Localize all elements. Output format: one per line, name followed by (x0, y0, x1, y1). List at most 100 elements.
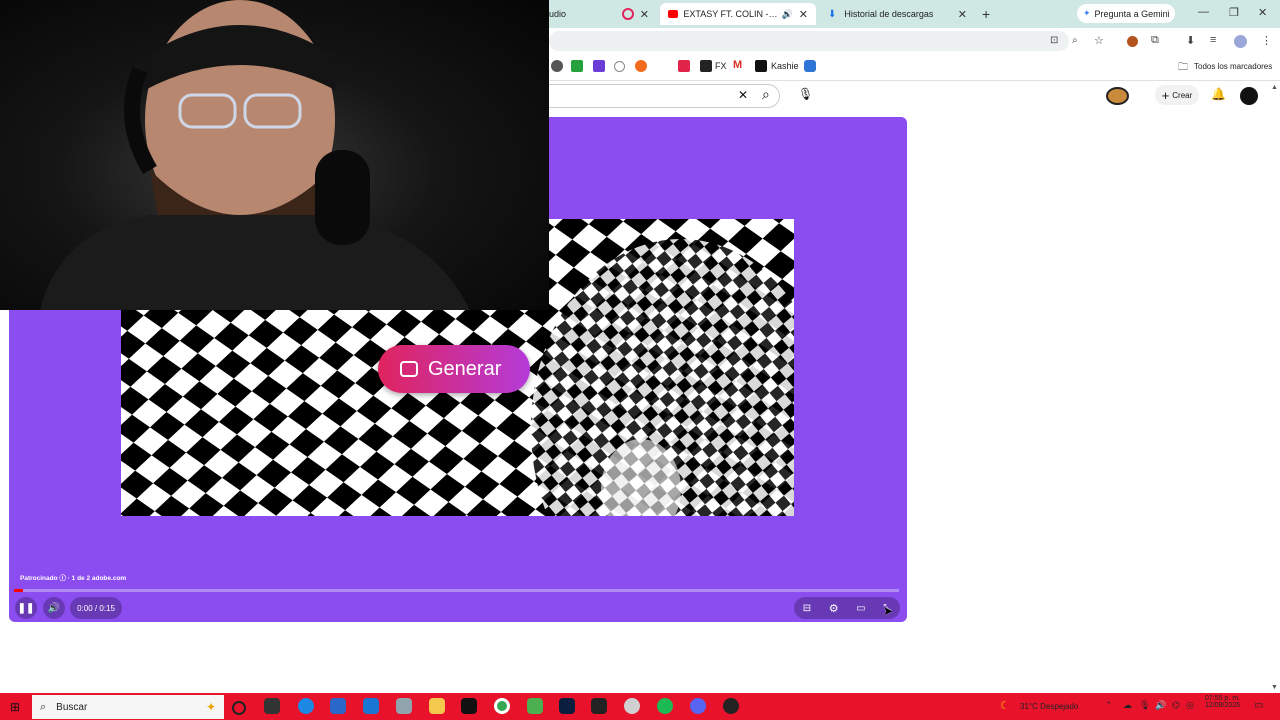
bookmark-u-icon[interactable] (593, 60, 605, 72)
create-button[interactable]: + Crear (1155, 85, 1199, 105)
time-display: 0:00 / 0:15 (70, 597, 122, 619)
plus-icon: + (1161, 87, 1170, 103)
gemini-icon: ✦ (1083, 8, 1091, 18)
extension-icon[interactable] (1127, 36, 1138, 47)
restore-button[interactable]: ❐ (1229, 6, 1239, 19)
install-app-icon[interactable]: ⊡ (1050, 35, 1058, 46)
app-icon[interactable] (396, 698, 412, 714)
microphone-tray-icon[interactable]: 🎙 (1139, 700, 1150, 711)
weather-moon-icon: ☾ (1000, 700, 1010, 712)
bookmark-star-icon[interactable]: ☆ (1094, 34, 1104, 47)
edge-icon[interactable] (298, 698, 314, 714)
settings-gear-icon[interactable]: ⚙ (829, 602, 839, 615)
notification-center-icon[interactable]: ▭ (1254, 700, 1263, 711)
close-window-button[interactable]: ✕ (1258, 6, 1267, 19)
spotify-icon[interactable] (657, 698, 673, 714)
generate-ad-button[interactable]: Generar (378, 345, 530, 393)
focus-icon[interactable]: ◎ (1186, 700, 1194, 711)
generate-label: Generar (428, 357, 502, 380)
bookmark-kashie-label[interactable]: Kashie (771, 61, 799, 71)
close-icon[interactable]: ✕ (958, 8, 967, 21)
bookmark-outlook-icon[interactable] (804, 60, 816, 72)
search-icon: ⌕ (40, 700, 47, 713)
bookmark-orange-icon[interactable] (635, 60, 647, 72)
new-tab-button[interactable]: + (982, 6, 990, 22)
minimize-button[interactable]: — (1198, 6, 1209, 18)
channel-mascot-icon (1106, 87, 1129, 105)
media-control-icon[interactable]: ≡ (1210, 34, 1216, 46)
close-icon[interactable]: ✕ (799, 8, 808, 21)
progress-fill (14, 589, 23, 592)
pause-icon: ❚❚ (17, 602, 35, 614)
sponsored-info[interactable]: Patrocinado ⓘ · 1 de 2 adobe.com (20, 572, 126, 582)
zoom-icon[interactable]: ⌕ (1072, 35, 1078, 46)
volume-button[interactable]: 🔊 (43, 597, 65, 619)
menu-kebab-icon[interactable]: ⋮ (1261, 34, 1272, 47)
search-icon[interactable]: ⌕ (762, 86, 770, 103)
progress-track[interactable] (14, 589, 899, 592)
bookmark-red-icon[interactable] (678, 60, 690, 72)
network-icon[interactable]: ⌬ (1172, 700, 1180, 711)
volume-tray-icon[interactable]: 🔊 (1155, 700, 1166, 711)
chrome-icon[interactable] (494, 698, 510, 714)
create-label: Crear (1172, 90, 1193, 100)
youtube-icon (668, 10, 679, 18)
discord-icon[interactable] (690, 698, 706, 714)
live-app-icon[interactable] (461, 698, 477, 714)
clock-date: 12/08/2026 (1204, 702, 1240, 709)
tab-label: Historial de descargas (844, 9, 934, 19)
all-bookmarks-label[interactable]: Todos los marcadores (1194, 62, 1272, 71)
app-bird-icon[interactable] (624, 698, 640, 714)
notifications-bell-icon[interactable]: 🔔 (1211, 87, 1226, 101)
volume-icon: 🔊 (47, 602, 61, 614)
bookmark-kashie-icon[interactable] (755, 60, 767, 72)
address-bar[interactable] (549, 31, 1069, 51)
pause-button[interactable]: ❚❚ (15, 597, 37, 619)
streamer-image (40, 0, 470, 310)
clear-search-icon[interactable]: ✕ (738, 88, 748, 102)
downloads-icon[interactable]: ⬇ (1186, 34, 1195, 47)
profile-avatar[interactable] (1234, 35, 1247, 48)
mail-icon[interactable] (363, 698, 379, 714)
bookmark-k-icon[interactable] (571, 60, 583, 72)
bookmark-gmail-icon[interactable]: M (733, 59, 742, 71)
bookmark-chatgpt-icon[interactable] (551, 60, 563, 72)
taskbar-search-box[interactable]: ⌕ Buscar ✦ (32, 695, 224, 719)
gemini-label: Pregunta a Gemini (1094, 8, 1170, 19)
tab-label: udio (549, 9, 567, 19)
tab-downloads[interactable]: ⬇ Historial de descargas ✕ (820, 3, 975, 25)
microphone-icon[interactable]: 🎙 (798, 87, 813, 101)
time-label: 0:00 / 0:15 (77, 603, 115, 613)
subtitles-icon[interactable]: ⊟ (803, 603, 811, 614)
theater-mode-icon[interactable]: ▭ (856, 603, 865, 614)
scrollbar-up-arrow[interactable]: ▲ (1271, 84, 1278, 91)
extensions-puzzle-icon[interactable]: ⧉ (1151, 34, 1159, 47)
close-icon[interactable]: ✕ (640, 8, 649, 21)
app-green-icon[interactable] (527, 698, 543, 714)
store-icon[interactable] (330, 698, 346, 714)
task-view-icon[interactable] (232, 701, 246, 715)
user-avatar[interactable] (1240, 87, 1258, 105)
weather-label[interactable]: 31°C Despejado (1020, 702, 1078, 711)
webcam-overlay (0, 0, 549, 310)
bookmark-fx-label[interactable]: FX (715, 61, 727, 71)
obs-icon[interactable] (723, 698, 739, 714)
tab-studio[interactable]: udio ✕ (549, 3, 657, 25)
speaker-icon[interactable]: 🔊 (782, 9, 793, 20)
cloud-icon[interactable]: ☁ (1123, 700, 1132, 711)
widgets-icon[interactable] (264, 698, 280, 714)
davinci-icon[interactable] (591, 698, 607, 714)
chevron-up-icon[interactable]: ⌃ (1105, 700, 1113, 711)
bookmark-circle-icon[interactable] (614, 61, 625, 72)
file-explorer-icon[interactable] (429, 698, 445, 714)
folder-icon: 🗀 (1178, 62, 1188, 73)
gemini-button[interactable]: ✦ Pregunta a Gemini (1077, 4, 1175, 23)
clock-time: 07:55 p. m. (1204, 695, 1240, 702)
photoshop-icon[interactable] (559, 698, 575, 714)
scrollbar-down-arrow[interactable]: ▼ (1271, 684, 1278, 691)
clock[interactable]: 07:55 p. m. 12/08/2026 (1200, 695, 1240, 709)
tab-extasy[interactable]: EXTASY FT. COLIN - VISUAL 🔊 ✕ (660, 3, 816, 25)
bookmark-fx-icon[interactable] (700, 60, 712, 72)
windows-start-icon[interactable]: ⊞ (10, 700, 20, 714)
recording-icon (621, 8, 634, 20)
